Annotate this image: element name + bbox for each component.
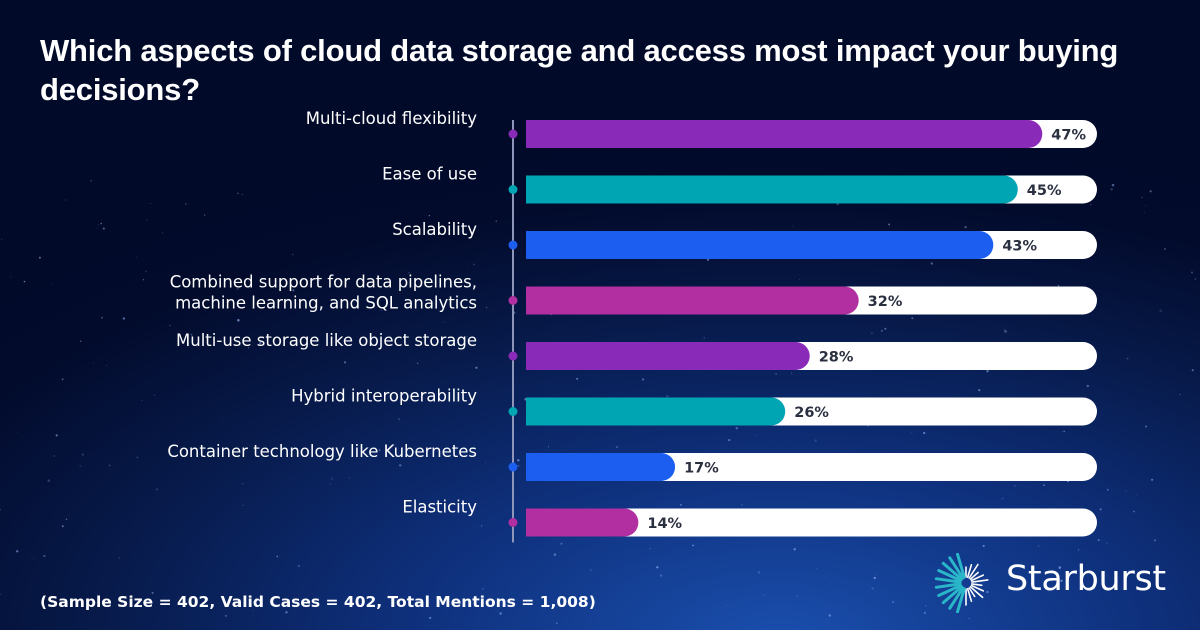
burst-ray [971, 583, 983, 587]
bar [526, 231, 994, 259]
category-label: Multi-use storage like object storage [176, 331, 477, 350]
axis-marker-dot [508, 518, 518, 527]
bar [526, 508, 639, 537]
axis-marker-dot [508, 462, 518, 472]
axis-marker-dot [508, 351, 518, 361]
value-label: 26% [794, 405, 829, 421]
value-label: 45% [1027, 183, 1062, 199]
value-label: 32% [868, 294, 903, 310]
category-label: Hybrid interoperability [291, 387, 477, 406]
sample-size-footnote: (Sample Size = 402, Valid Cases = 402, T… [40, 593, 596, 611]
category-label: Combined support for data pipelines, mach… [170, 273, 477, 313]
bar-row: 47% Multi-cloud flexibility [306, 109, 1097, 148]
value-label: 43% [1002, 239, 1037, 255]
bar-row: 45% Ease of use [382, 165, 1097, 204]
bar [526, 397, 786, 426]
starburst-burst-icon [934, 553, 989, 613]
axis-marker-dot [508, 240, 518, 250]
category-label: Elasticity [402, 498, 477, 517]
category-label-line: machine learning, and SQL analytics [175, 294, 477, 313]
brand-name: Starburst [1006, 559, 1166, 599]
axis-marker-dot [508, 129, 518, 139]
category-label: Container technology like Kubernetes [167, 442, 477, 461]
bar-row: 26% Hybrid interoperability [291, 387, 1097, 426]
axis-marker-dot [508, 407, 518, 416]
axis-marker-dot [508, 185, 518, 194]
starburst-logo: Starburst [928, 553, 1178, 613]
bar-row: 28% Multi-use storage like object storage [176, 331, 1097, 370]
value-label: 28% [819, 350, 854, 366]
bar-row: 43% Scalability [392, 220, 1097, 259]
value-label: 17% [684, 461, 719, 477]
value-label: 47% [1051, 128, 1086, 144]
value-label: 14% [647, 516, 682, 532]
category-label-line: Combined support for data pipelines, [170, 273, 477, 292]
bar [526, 175, 1018, 204]
category-label: Ease of use [382, 165, 477, 184]
bar [526, 120, 1043, 148]
bar-row: 14% Elasticity [402, 498, 1097, 537]
burst-ray [971, 579, 989, 583]
bar-row: 32% Combined support for data pipelines, m… [170, 273, 1097, 315]
bar-row: 17% Container technology like Kubernetes [167, 442, 1097, 481]
bar-chart: 47% Multi-cloud flexibility 45% Ease of use… [167, 109, 1097, 543]
category-label: Multi-cloud flexibility [306, 109, 478, 128]
bar [526, 286, 859, 315]
category-label: Scalability [392, 220, 477, 239]
bar [526, 342, 810, 370]
axis-marker-dot [508, 296, 518, 305]
bar [526, 453, 676, 481]
